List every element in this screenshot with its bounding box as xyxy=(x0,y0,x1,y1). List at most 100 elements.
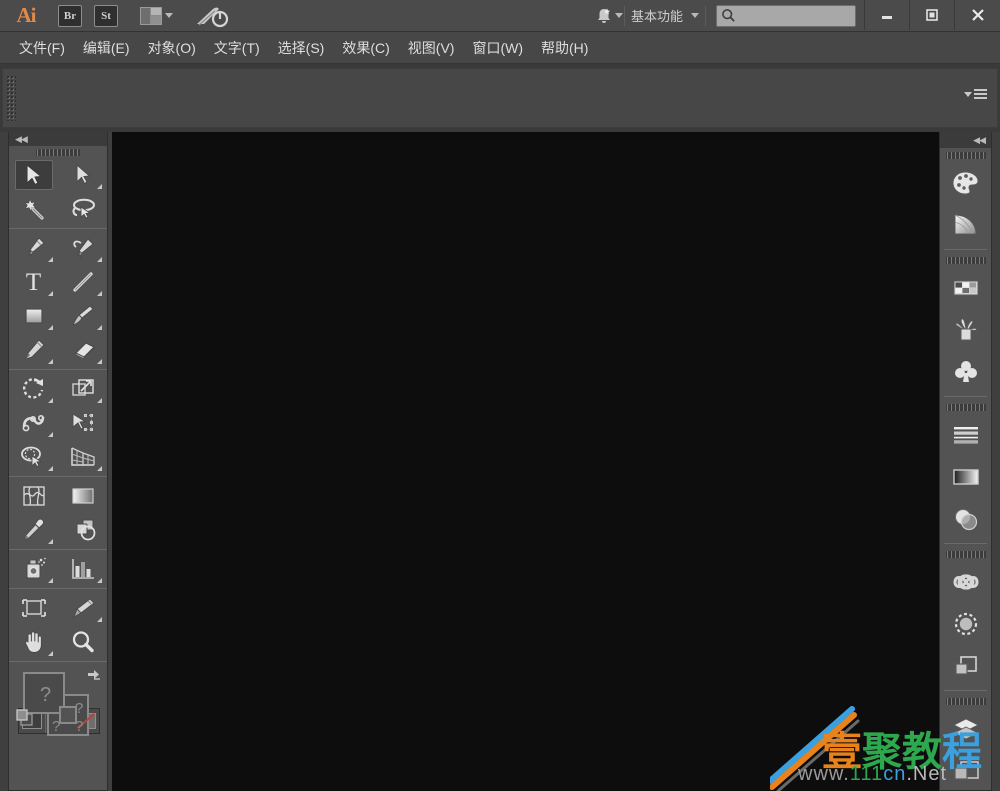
eraser-tool-icon xyxy=(75,342,94,360)
tool-column-graph[interactable] xyxy=(58,552,107,586)
tool-line-segment[interactable] xyxy=(58,265,107,299)
panel-button-transparency[interactable] xyxy=(940,498,991,540)
tool-paintbrush[interactable] xyxy=(58,299,107,333)
control-bar xyxy=(0,64,1000,132)
tool-divider xyxy=(9,549,107,550)
panel-group-grip[interactable] xyxy=(940,547,991,561)
brushes-panel-icon xyxy=(954,318,977,341)
stock-button[interactable]: St xyxy=(94,4,118,27)
search-icon xyxy=(722,9,735,22)
panels-dock-collapse-button[interactable]: ◀◀ xyxy=(940,132,991,148)
tool-rectangle[interactable] xyxy=(9,299,58,333)
panel-group-grip[interactable] xyxy=(940,694,991,708)
chevron-down-icon xyxy=(614,13,623,18)
cc-launch-button[interactable] xyxy=(195,4,229,28)
column-graph-tool-icon xyxy=(71,559,94,579)
tool-gradient[interactable] xyxy=(58,479,107,513)
tool-hand[interactable] xyxy=(9,625,58,659)
maximize-button[interactable] xyxy=(909,0,954,30)
tool-type[interactable]: T xyxy=(9,265,58,299)
search-input[interactable] xyxy=(736,8,846,23)
tool-free-transform[interactable] xyxy=(58,406,107,440)
notifications-bell-icon xyxy=(597,8,610,23)
magic-wand-tool-icon xyxy=(23,198,44,220)
notifications-button[interactable] xyxy=(594,4,624,28)
panel-grip-handle[interactable] xyxy=(6,75,16,121)
divider xyxy=(705,5,706,26)
panel-button-graphic-styles[interactable] xyxy=(940,603,991,645)
tool-scale[interactable] xyxy=(58,372,107,406)
tool-eraser[interactable] xyxy=(58,333,107,367)
tool-width[interactable] xyxy=(9,406,58,440)
app-logo-icon: Ai xyxy=(16,3,37,27)
menu-item-window[interactable]: 窗口(W) xyxy=(463,34,532,62)
menu-item-object[interactable]: 对象(O) xyxy=(139,34,205,62)
panel-button-stroke[interactable] xyxy=(940,414,991,456)
panel-group-grip[interactable] xyxy=(940,148,991,162)
panel-group-grip[interactable] xyxy=(940,253,991,267)
bridge-button[interactable]: Br xyxy=(58,4,82,27)
chevron-down-icon xyxy=(964,91,972,97)
tool-blend[interactable] xyxy=(58,513,107,547)
fill-stroke-controls: ? ? ? ? xyxy=(9,664,109,738)
panel-divider xyxy=(944,690,987,691)
swap-fill-stroke-button[interactable] xyxy=(85,668,103,689)
tool-pencil[interactable] xyxy=(9,333,58,367)
close-icon xyxy=(971,8,984,21)
panel-button-appearance[interactable] xyxy=(940,561,991,603)
tool-eyedropper[interactable] xyxy=(9,513,58,547)
menu-item-select[interactable]: 选择(S) xyxy=(269,34,334,62)
workspace-switcher[interactable]: 基本功能 xyxy=(625,6,705,25)
default-fill-stroke-button[interactable] xyxy=(15,708,35,733)
tool-selection[interactable] xyxy=(9,158,58,192)
tools-list: T xyxy=(9,158,107,664)
tool-add-anchor-point[interactable] xyxy=(58,231,107,265)
panel-button-pathfinder[interactable] xyxy=(940,645,991,687)
pen-tool-icon xyxy=(28,237,44,258)
close-button[interactable] xyxy=(954,0,1000,30)
minimize-button[interactable] xyxy=(864,0,909,30)
tool-rotate[interactable] xyxy=(9,372,58,406)
stroke-unknown-label-2: ? xyxy=(52,718,61,735)
panel-button-color[interactable] xyxy=(940,162,991,204)
selection-tool-icon xyxy=(25,164,42,186)
panel-button-color-guide[interactable] xyxy=(940,204,991,246)
tool-slice[interactable] xyxy=(58,591,107,625)
menu-item-view[interactable]: 视图(V) xyxy=(399,34,464,62)
tool-zoom[interactable] xyxy=(58,625,107,659)
lasso-tool-icon xyxy=(72,198,95,219)
panel-button-layers[interactable] xyxy=(940,708,991,750)
tool-direct-selection[interactable] xyxy=(58,158,107,192)
control-bar-inner xyxy=(2,68,998,128)
tool-magic-wand[interactable] xyxy=(9,192,58,226)
tools-panel-collapse-button[interactable]: ◀◀ xyxy=(9,132,107,146)
artboard-tool-icon xyxy=(21,599,46,617)
tool-symbol-sprayer[interactable] xyxy=(9,552,58,586)
artboards-panel-icon xyxy=(953,761,979,780)
tool-shape-builder[interactable] xyxy=(9,440,58,474)
menu-item-effect[interactable]: 效果(C) xyxy=(333,34,398,62)
tool-pen[interactable] xyxy=(9,231,58,265)
tool-artboard[interactable] xyxy=(9,591,58,625)
panel-button-gradient[interactable] xyxy=(940,456,991,498)
control-bar-menu-button[interactable] xyxy=(964,89,987,99)
tools-panel-grip[interactable] xyxy=(9,146,107,158)
search-box[interactable] xyxy=(716,4,856,27)
tool-mesh[interactable] xyxy=(9,479,58,513)
free-transform-tool-icon xyxy=(72,413,93,431)
panel-button-swatches[interactable] xyxy=(940,267,991,309)
panel-group-grip[interactable] xyxy=(940,400,991,414)
menu-item-help[interactable]: 帮助(H) xyxy=(532,34,597,62)
menu-item-file[interactable]: 文件(F) xyxy=(10,34,74,62)
menu-item-edit[interactable]: 编辑(E) xyxy=(74,34,139,62)
panel-button-artboards[interactable] xyxy=(940,750,991,791)
arrange-documents-button[interactable] xyxy=(140,6,173,25)
panel-button-symbols[interactable] xyxy=(940,351,991,393)
tool-perspective-grid[interactable] xyxy=(58,440,107,474)
menu-item-type[interactable]: 文字(T) xyxy=(205,34,269,62)
blend-tool-icon xyxy=(76,519,95,541)
document-canvas[interactable] xyxy=(112,132,939,791)
panel-button-brushes[interactable] xyxy=(940,309,991,351)
tool-lasso[interactable] xyxy=(58,192,107,226)
pencil-tool-icon xyxy=(25,339,44,360)
